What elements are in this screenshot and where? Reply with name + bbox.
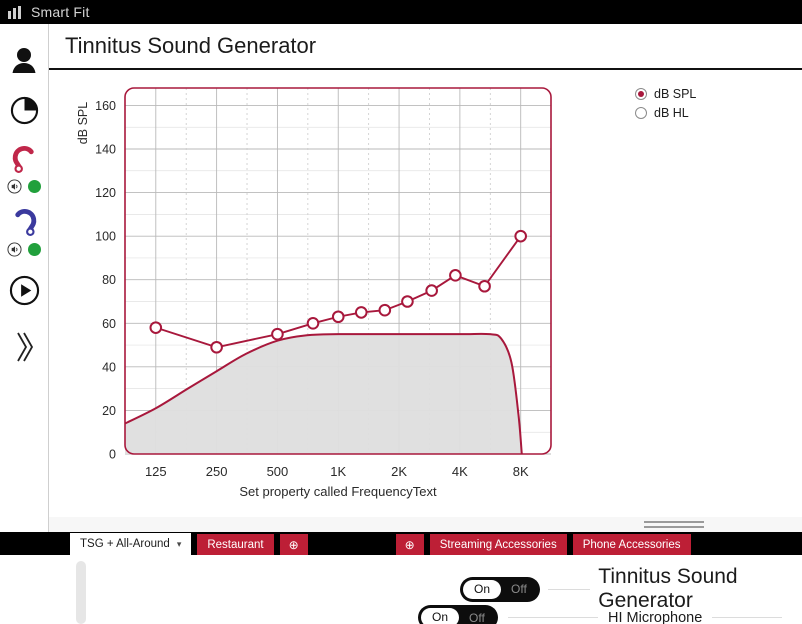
row-label-hi-microphone: HI Microphone bbox=[608, 609, 703, 624]
page-header: Tinnitus Sound Generator bbox=[49, 24, 802, 70]
sidebar-item-patient[interactable] bbox=[9, 46, 39, 74]
plus-circle-icon: ⊕ bbox=[404, 537, 415, 552]
sidebar-item-expand[interactable] bbox=[11, 330, 37, 364]
toggle-tinnitus-sound-generator[interactable]: On Off bbox=[460, 576, 540, 602]
pie-chart-icon bbox=[10, 96, 38, 125]
chevrons-right-icon bbox=[17, 332, 34, 362]
toggle-on-label[interactable]: On bbox=[463, 579, 502, 599]
svg-text:80: 80 bbox=[102, 273, 116, 287]
toggle-off-label[interactable]: Off bbox=[459, 611, 495, 624]
window-titlebar: Smart Fit bbox=[0, 0, 802, 24]
svg-text:4K: 4K bbox=[452, 464, 468, 479]
row-divider bbox=[712, 617, 783, 618]
status-dot-left bbox=[28, 243, 41, 256]
svg-text:2K: 2K bbox=[391, 464, 407, 479]
app-title: Smart Fit bbox=[31, 4, 90, 20]
drag-handle-icon[interactable] bbox=[644, 521, 704, 531]
status-dot-right bbox=[28, 180, 41, 193]
sidebar-item-right-device[interactable] bbox=[7, 145, 41, 194]
svg-text:20: 20 bbox=[102, 404, 116, 418]
row-hi-microphone: On Off HI Microphone bbox=[418, 605, 792, 624]
svg-text:dB SPL: dB SPL bbox=[76, 102, 90, 144]
svg-text:8K: 8K bbox=[513, 464, 529, 479]
tab-label: Restaurant bbox=[207, 538, 264, 551]
bar-chart-icon bbox=[8, 5, 21, 19]
toggle-on-label[interactable]: On bbox=[421, 608, 460, 624]
hearing-aid-left-icon bbox=[14, 209, 36, 236]
add-program-button-1[interactable]: ⊕ bbox=[279, 534, 308, 555]
tab-label: TSG + All-Around bbox=[80, 538, 170, 550]
radio-option-db-spl[interactable]: dB SPL bbox=[635, 84, 696, 103]
radio-option-db-hl[interactable]: dB HL bbox=[635, 103, 696, 122]
svg-text:60: 60 bbox=[102, 317, 116, 331]
panel-body: On Off Tinnitus Sound Generator On Off H… bbox=[0, 555, 802, 624]
app-window: Smart Fit Tinnitus Sound Generator 0 20 … bbox=[0, 0, 802, 624]
tab-label: Streaming Accessories bbox=[439, 538, 557, 551]
tinnitus-audiogram-chart[interactable]: 0 20 40 60 80 100 120 140 160 125 250 500 1K 2K 4K 8K dB… bbox=[49, 72, 802, 517]
row-divider bbox=[547, 588, 591, 590]
speaker-icon bbox=[7, 242, 22, 257]
row-divider bbox=[508, 617, 598, 618]
svg-text:1K: 1K bbox=[330, 464, 346, 479]
svg-text:40: 40 bbox=[102, 360, 116, 374]
svg-text:0: 0 bbox=[109, 448, 116, 462]
tab-streaming-accessories[interactable]: Streaming Accessories bbox=[429, 534, 567, 555]
radio-label-db-spl: dB SPL bbox=[654, 86, 697, 101]
tab-tsg-all-around[interactable]: TSG + All-Around ▾ bbox=[70, 533, 192, 555]
svg-text:125: 125 bbox=[145, 464, 167, 479]
panel-resize-area[interactable] bbox=[49, 517, 802, 532]
svg-text:100: 100 bbox=[95, 230, 116, 244]
bottom-panel: TSG + All-Around ▾ Restaurant ⊕ ⊕ Stream… bbox=[0, 517, 802, 624]
tab-label: Phone Accessories bbox=[582, 538, 681, 551]
radio-label-db-hl: dB HL bbox=[654, 105, 689, 120]
program-tabstrip: TSG + All-Around ▾ Restaurant ⊕ ⊕ Stream… bbox=[0, 532, 802, 555]
hearing-aid-right-icon bbox=[12, 146, 34, 173]
radio-icon-unselected[interactable] bbox=[635, 106, 647, 119]
toggle-off-label[interactable]: Off bbox=[501, 582, 537, 596]
sidebar-item-play[interactable] bbox=[9, 275, 40, 306]
speaker-icon bbox=[7, 179, 22, 194]
unit-radio-group: dB SPL dB HL bbox=[635, 84, 696, 122]
sidebar-item-left-device[interactable] bbox=[7, 208, 41, 257]
radio-icon-selected[interactable] bbox=[635, 87, 647, 100]
panel-scrollbar[interactable] bbox=[76, 561, 86, 624]
svg-text:Set property called FrequencyT: Set property called FrequencyText bbox=[239, 484, 437, 499]
add-program-button-2[interactable]: ⊕ bbox=[395, 534, 424, 555]
svg-text:140: 140 bbox=[95, 143, 116, 157]
toggle-hi-microphone[interactable]: On Off bbox=[418, 605, 498, 624]
tab-phone-accessories[interactable]: Phone Accessories bbox=[572, 534, 691, 555]
svg-text:120: 120 bbox=[95, 186, 116, 200]
svg-text:250: 250 bbox=[206, 464, 228, 479]
chart-panel: 0 20 40 60 80 100 120 140 160 125 250 500 1K 2K 4K 8K dB… bbox=[49, 72, 802, 517]
sidebar-item-fitting[interactable] bbox=[10, 96, 39, 125]
chevron-down-icon[interactable]: ▾ bbox=[177, 539, 182, 550]
tab-restaurant[interactable]: Restaurant bbox=[197, 534, 274, 555]
page-title: Tinnitus Sound Generator bbox=[65, 33, 317, 58]
play-circle-icon bbox=[9, 275, 39, 306]
plus-circle-icon: ⊕ bbox=[288, 537, 299, 552]
svg-text:500: 500 bbox=[267, 464, 289, 479]
person-icon bbox=[12, 48, 36, 73]
svg-text:160: 160 bbox=[95, 99, 116, 113]
